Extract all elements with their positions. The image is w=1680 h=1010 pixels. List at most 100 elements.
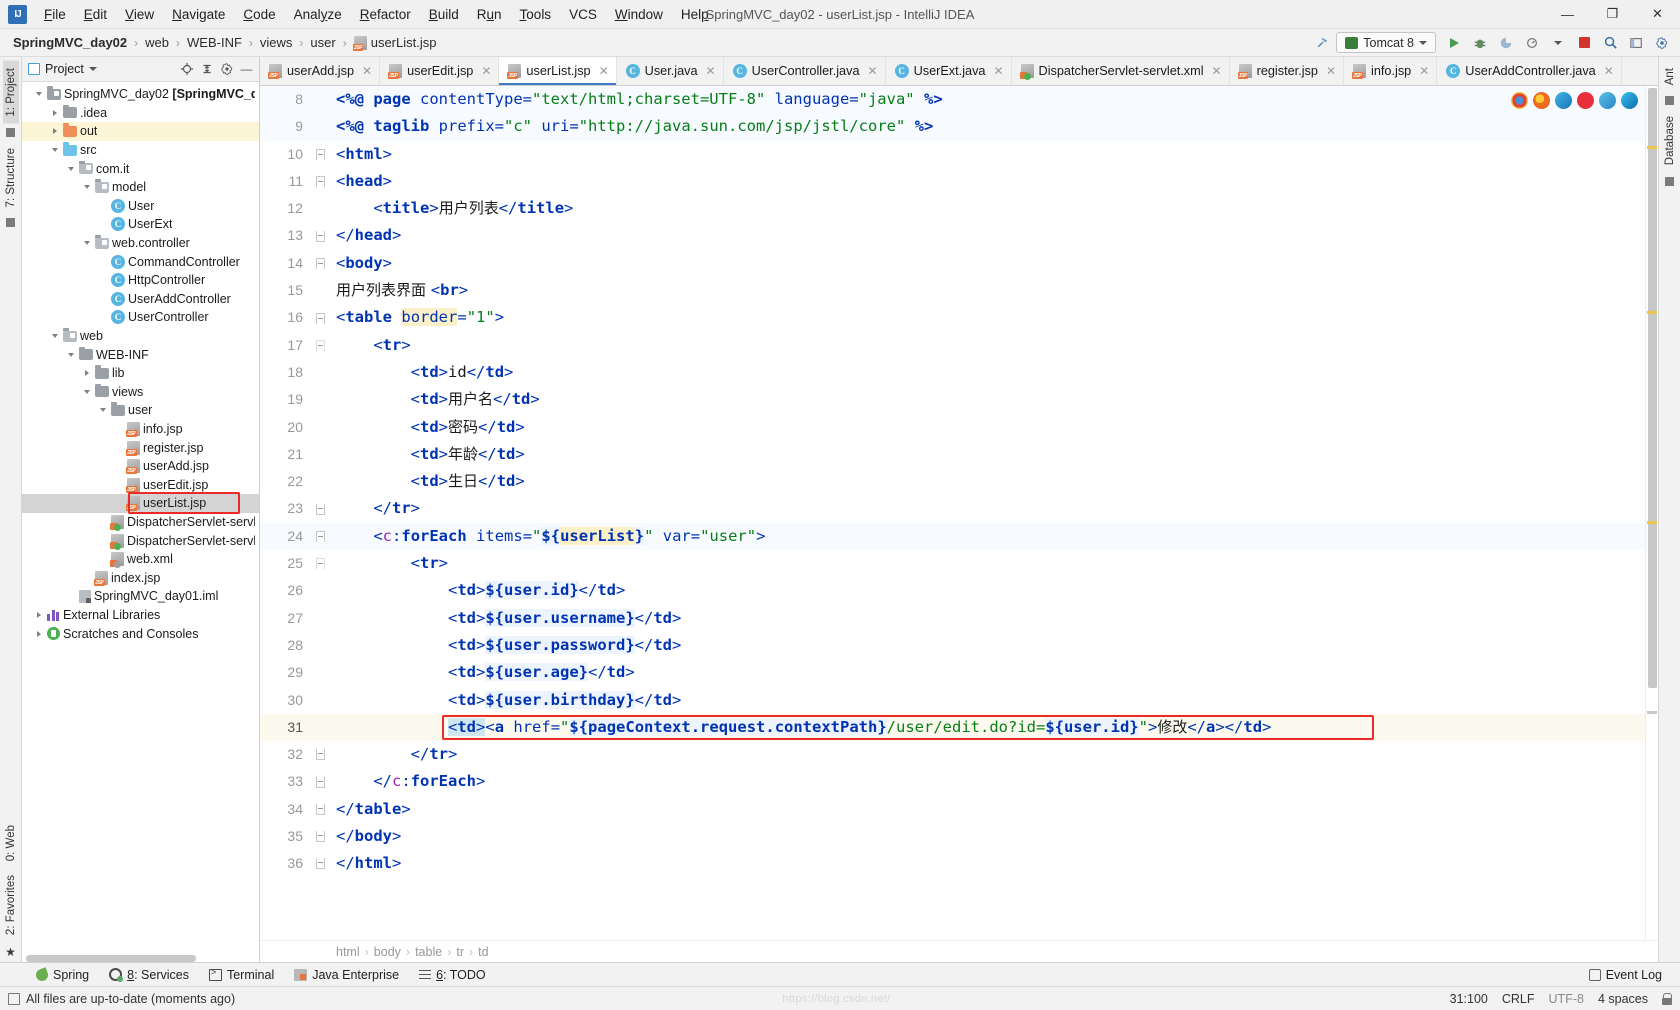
chevron-down-icon[interactable] xyxy=(49,331,60,342)
fold-marker-close-icon[interactable] xyxy=(315,831,325,843)
tool-tab-web[interactable]: 0: Web xyxy=(3,818,19,868)
menu-tools[interactable]: Tools xyxy=(511,3,561,26)
tool-tab-structure[interactable]: 7: Structure xyxy=(3,141,19,214)
close-icon[interactable]: ✕ xyxy=(1326,64,1336,78)
tool-tab-favorites[interactable]: 2: Favorites xyxy=(3,868,19,942)
close-icon[interactable]: ✕ xyxy=(599,64,609,78)
editor-tab-userlist-jsp[interactable]: userList.jsp ✕ xyxy=(499,57,617,85)
minimize-button[interactable]: — xyxy=(1545,0,1590,28)
menu-window[interactable]: Window xyxy=(606,3,672,26)
close-icon[interactable]: ✕ xyxy=(481,64,491,78)
menu-view[interactable]: View xyxy=(116,3,163,26)
tree-node[interactable]: com.it xyxy=(22,159,259,178)
chevron-right-icon[interactable] xyxy=(33,628,44,639)
fold-gutter[interactable] xyxy=(312,257,328,269)
tool-window-todo[interactable]: 6: TODO xyxy=(409,965,496,985)
tree-node[interactable]: user xyxy=(22,401,259,420)
code-line[interactable]: 28 <td>${user.password}</td> xyxy=(260,632,1645,659)
menu-run[interactable]: Run xyxy=(468,3,511,26)
editor-breadcrumb-table[interactable]: table xyxy=(415,945,442,959)
code-line[interactable]: 15 用户列表界面 <br> xyxy=(260,277,1645,304)
fold-gutter[interactable] xyxy=(312,776,328,788)
code-line[interactable]: 26 <td>${user.id}</td> xyxy=(260,577,1645,604)
chevron-down-icon[interactable] xyxy=(97,405,108,416)
collapse-all-icon[interactable] xyxy=(198,61,215,78)
breadcrumb-item-views[interactable]: views xyxy=(255,33,298,52)
tree-node[interactable]: C UserExt xyxy=(22,215,259,234)
chevron-down-icon[interactable] xyxy=(1546,32,1570,54)
edge-legacy-icon[interactable] xyxy=(1555,92,1572,109)
close-icon[interactable]: ✕ xyxy=(1604,64,1614,78)
code-line[interactable]: 36 </html> xyxy=(260,850,1645,877)
indent-setting[interactable]: 4 spaces xyxy=(1598,992,1648,1006)
fold-marker-open-icon[interactable] xyxy=(315,148,325,160)
menu-vcs[interactable]: VCS xyxy=(560,3,606,26)
fold-marker-open-icon[interactable] xyxy=(315,530,325,542)
tool-tab-ant[interactable]: Ant xyxy=(1662,61,1678,92)
fold-marker-open-icon[interactable] xyxy=(315,176,325,188)
chevron-down-icon[interactable] xyxy=(65,349,76,360)
menu-analyze[interactable]: Analyze xyxy=(285,3,351,26)
close-icon[interactable]: ✕ xyxy=(993,64,1003,78)
tree-node[interactable]: SpringMVC_day02 [SpringMVC_day0 xyxy=(22,85,259,104)
code-line[interactable]: 24 <c:forEach items="${userList}" var="u… xyxy=(260,522,1645,551)
tree-node[interactable]: out xyxy=(22,122,259,141)
code-line[interactable]: 8 <%@ page contentType="text/html;charset… xyxy=(260,86,1645,114)
editor-tab-usercontroller-java[interactable]: C UserController.java ✕ xyxy=(723,57,886,85)
fold-marker-close-icon[interactable] xyxy=(315,858,325,870)
editor-scrollbar-thumb[interactable] xyxy=(1647,88,1657,688)
tool-tab-project[interactable]: 1: Project xyxy=(2,61,19,124)
profile-icon[interactable] xyxy=(1520,32,1544,54)
firefox-icon[interactable] xyxy=(1533,92,1550,109)
editor-breadcrumb-td[interactable]: td xyxy=(478,945,488,959)
edge-icon[interactable] xyxy=(1621,92,1638,109)
tree-node[interactable]: userEdit.jsp xyxy=(22,475,259,494)
fold-gutter[interactable] xyxy=(312,803,328,815)
fold-marker-close-icon[interactable] xyxy=(315,503,325,515)
code-line[interactable]: 23 </tr> xyxy=(260,495,1645,522)
chevron-right-icon[interactable] xyxy=(81,368,92,379)
fold-gutter[interactable] xyxy=(312,503,328,515)
editor-marker-bar[interactable] xyxy=(1645,86,1658,940)
editor-tab-bar[interactable]: userAdd.jsp✕userEdit.jsp✕userList.jsp✕CU… xyxy=(260,57,1658,86)
editor-tab-useraddcontroller-java[interactable]: C UserAddController.java ✕ xyxy=(1437,57,1622,85)
tree-node[interactable]: C HttpController xyxy=(22,271,259,290)
chevron-down-icon[interactable] xyxy=(81,182,92,193)
tree-node[interactable]: .idea xyxy=(22,104,259,123)
search-everywhere-icon[interactable] xyxy=(1598,32,1622,54)
code-editor[interactable]: 8 <%@ page contentType="text/html;charset… xyxy=(260,86,1645,940)
settings-icon[interactable] xyxy=(1650,32,1674,54)
editor-tab-userext-java[interactable]: C UserExt.java ✕ xyxy=(885,57,1012,85)
tree-node[interactable]: C User xyxy=(22,197,259,216)
code-line[interactable]: 29 <td>${user.age}</td> xyxy=(260,659,1645,686)
code-line[interactable]: 25 <tr> xyxy=(260,550,1645,577)
tree-node[interactable]: model xyxy=(22,178,259,197)
chevron-right-icon[interactable] xyxy=(49,107,60,118)
debug-icon[interactable] xyxy=(1468,32,1492,54)
code-line[interactable]: 22 <td>生日</td> xyxy=(260,468,1645,495)
ie-icon[interactable] xyxy=(1599,92,1616,109)
tree-node[interactable]: userList.jsp xyxy=(22,494,259,513)
tree-node[interactable]: info.jsp xyxy=(22,420,259,439)
close-icon[interactable]: ✕ xyxy=(1419,64,1429,78)
menu-file[interactable]: File xyxy=(35,3,75,26)
code-line[interactable]: 27 <td>${user.username}</td> xyxy=(260,605,1645,632)
fold-gutter[interactable] xyxy=(312,749,328,761)
tree-node[interactable]: External Libraries xyxy=(22,606,259,625)
hide-icon[interactable]: — xyxy=(238,61,255,78)
code-line[interactable]: 20 <td>密码</td> xyxy=(260,414,1645,441)
chevron-down-icon[interactable] xyxy=(33,89,44,100)
project-tree[interactable]: SpringMVC_day02 [SpringMVC_day0 .idea out s… xyxy=(22,82,259,962)
close-icon[interactable]: ✕ xyxy=(362,64,372,78)
code-line[interactable]: 16 <table border="1"> xyxy=(260,304,1645,331)
fold-gutter[interactable] xyxy=(312,148,328,160)
tool-window-spring[interactable]: Spring xyxy=(26,965,99,985)
code-line[interactable]: 11 <head> xyxy=(260,168,1645,195)
opera-icon[interactable] xyxy=(1577,92,1594,109)
editor-tab-user-java[interactable]: C User.java ✕ xyxy=(616,57,724,85)
tree-node[interactable]: C UserController xyxy=(22,308,259,327)
menu-refactor[interactable]: Refactor xyxy=(351,3,420,26)
tree-node[interactable]: views xyxy=(22,383,259,402)
tree-node[interactable]: web.xml xyxy=(22,550,259,569)
breadcrumb-item-file[interactable]: userList.jsp xyxy=(349,33,442,52)
